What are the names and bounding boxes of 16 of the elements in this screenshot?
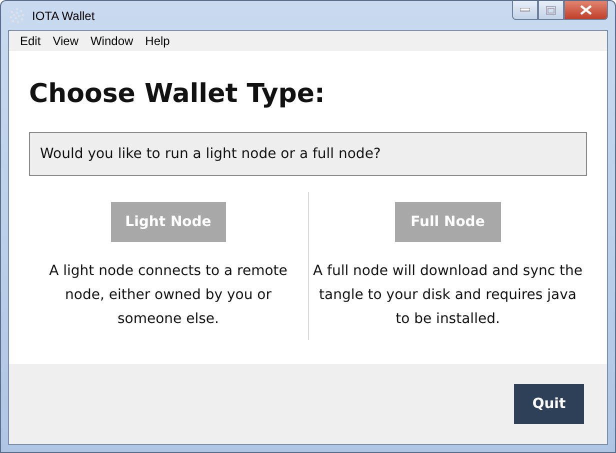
minimize-button[interactable] (512, 1, 538, 20)
quit-button[interactable]: Quit (514, 384, 584, 424)
question-banner: Would you like to run a light node or a full node? (29, 132, 587, 176)
page-heading: Choose Wallet Type: (29, 78, 326, 111)
menu-item[interactable]: Window (84, 34, 140, 48)
option-description: A light node connects to a remote node, either owned by you or someone else. (48, 262, 288, 329)
window-title: IOTA Wallet (32, 8, 95, 22)
minimize-icon (520, 8, 530, 12)
maximize-icon (546, 6, 556, 14)
menu-item[interactable]: Edit (14, 34, 47, 48)
close-button[interactable] (564, 1, 608, 20)
close-icon (580, 5, 592, 15)
menu-item[interactable]: View (46, 34, 84, 48)
menu-item[interactable]: Help (139, 34, 176, 48)
option-description: A full node will download and sync the tangle to your disk and requires java to be installed. (312, 262, 584, 329)
maximize-button[interactable] (538, 1, 564, 20)
